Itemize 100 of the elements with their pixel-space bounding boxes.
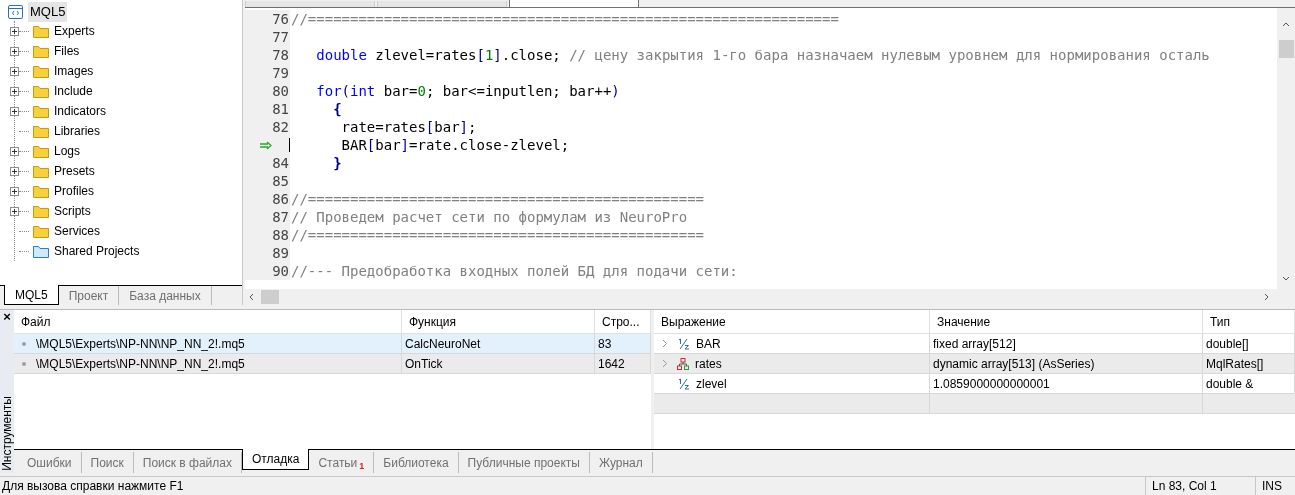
code-line: //--- Предобработка входных полей БД для подачи сети: bbox=[290, 261, 738, 281]
tree-item[interactable]: Logs bbox=[54, 142, 81, 160]
line-number: 78 bbox=[272, 45, 289, 65]
code-line: //=============================================================== bbox=[290, 9, 839, 29]
tree-item[interactable]: Indicators bbox=[54, 102, 107, 120]
folder-icon bbox=[33, 184, 49, 198]
column-header[interactable]: Файл bbox=[14, 310, 402, 334]
tree-item[interactable]: Profiles bbox=[54, 182, 94, 200]
table-cell-text: 83 bbox=[598, 335, 612, 353]
folder-icon bbox=[33, 84, 49, 98]
line-number: 77 bbox=[272, 27, 289, 47]
expand-plus-icon[interactable] bbox=[10, 146, 19, 156]
tree-item[interactable]: Shared Projects bbox=[54, 242, 140, 260]
tree-item[interactable]: Include bbox=[54, 82, 93, 100]
code-line: for(int bar=0; bar<=inputlen; bar++) bbox=[315, 81, 620, 101]
fraction-icon bbox=[677, 337, 690, 350]
panel-tab[interactable]: Поиск bbox=[81, 452, 134, 473]
table-cell-text: dynamic array[513] (AsSeries) bbox=[933, 355, 1095, 373]
panel-tab[interactable]: База данных bbox=[119, 286, 212, 306]
table-cell-text: 1.0859000000000001 bbox=[933, 375, 1050, 393]
expand-plus-icon[interactable] bbox=[10, 46, 19, 56]
table-cell-text: fixed array[512] bbox=[933, 335, 1016, 353]
tree-item[interactable]: Experts bbox=[54, 22, 95, 40]
folder-icon bbox=[33, 244, 49, 258]
line-number: 88 bbox=[272, 225, 289, 245]
panel-tab[interactable]: Журнал bbox=[589, 452, 653, 473]
tree-item[interactable]: Images bbox=[54, 62, 94, 80]
tree-item[interactable]: Services bbox=[54, 222, 100, 240]
code-line: //=============================================== bbox=[290, 189, 704, 209]
line-number: 86 bbox=[272, 189, 289, 209]
panel-tab[interactable]: Библиотека bbox=[374, 452, 459, 473]
table-cell-text: CalcNeuroNet bbox=[405, 335, 481, 353]
panel-tab[interactable]: Публичные проекты bbox=[458, 452, 590, 473]
code-line: BAR[bar]=rate.close-zlevel; bbox=[340, 135, 570, 155]
line-number: 82 bbox=[272, 117, 289, 137]
expand-plus-icon[interactable] bbox=[10, 26, 19, 36]
panel-tab[interactable]: Ошибки bbox=[18, 452, 82, 473]
line-number: 84 bbox=[272, 153, 289, 173]
panel-tab[interactable]: Проект bbox=[58, 286, 120, 306]
folder-icon bbox=[33, 64, 49, 78]
expand-plus-icon[interactable] bbox=[10, 106, 19, 116]
expand-plus-icon[interactable] bbox=[10, 166, 19, 176]
line-number: 89 bbox=[272, 243, 289, 263]
folder-icon bbox=[33, 44, 49, 58]
column-header[interactable]: Тип bbox=[1203, 310, 1295, 334]
line-number: 90 bbox=[272, 261, 289, 281]
table-cell-text: \MQL5\Experts\NP-NN\NP_NN_2!.mq5 bbox=[36, 355, 245, 373]
code-line: //=============================================== bbox=[290, 225, 704, 245]
line-number: 80 bbox=[272, 81, 289, 101]
table-row[interactable]: \MQL5\Experts\NP-NN\NP_NN_2!.mq5 CalcNeuroNet 83 bbox=[14, 334, 651, 355]
status-hint: Для вызова справки нажмите F1 bbox=[1, 478, 185, 495]
tree-item[interactable]: MQL5 bbox=[28, 2, 68, 22]
column-header[interactable]: Функция bbox=[402, 310, 595, 334]
count-label: 1 bbox=[359, 459, 365, 473]
folder-icon bbox=[33, 104, 49, 118]
expand-chevron-icon[interactable] bbox=[662, 339, 668, 349]
table-cell-text: zlevel bbox=[696, 375, 727, 393]
fraction-icon bbox=[677, 377, 690, 390]
line-number: 85 bbox=[272, 171, 289, 191]
column-header[interactable]: Выражение bbox=[654, 310, 930, 334]
expand-plus-icon[interactable] bbox=[10, 66, 19, 76]
table-cell-text: BAR bbox=[696, 335, 721, 353]
folder-icon bbox=[33, 224, 49, 238]
table-cell-text: MqlRates[] bbox=[1206, 355, 1264, 373]
scrollbar-thumb[interactable] bbox=[261, 290, 279, 305]
folder-icon bbox=[33, 24, 49, 38]
folder-icon bbox=[33, 124, 49, 138]
table-cell-text: double & bbox=[1206, 375, 1254, 393]
code-line: { bbox=[332, 99, 342, 119]
code-brackets-icon bbox=[8, 5, 23, 19]
close-button[interactable]: × bbox=[3, 310, 11, 324]
expand-plus-icon[interactable] bbox=[10, 86, 19, 96]
tree-item[interactable]: Scripts bbox=[54, 202, 91, 220]
insert-mode: INS bbox=[1255, 477, 1295, 495]
panel-tab[interactable]: Отладка bbox=[242, 449, 310, 470]
table-cell-text: double[] bbox=[1206, 335, 1249, 353]
table-row[interactable]: \MQL5\Experts\NP-NN\NP_NN_2!.mq5 OnTick 1642 bbox=[14, 354, 651, 375]
scrollbar-thumb[interactable] bbox=[1278, 40, 1294, 58]
tree-item[interactable]: Presets bbox=[54, 162, 95, 180]
tree-item[interactable]: Libraries bbox=[54, 122, 101, 140]
table-cell-text: 1642 bbox=[598, 355, 625, 373]
folder-icon bbox=[33, 164, 49, 178]
table-cell-text: \MQL5\Experts\NP-NN\NP_NN_2!.mq5 bbox=[36, 335, 245, 353]
column-header[interactable]: Стро... bbox=[595, 310, 651, 334]
panel-title: Инструменты bbox=[0, 396, 15, 471]
bullet-icon bbox=[22, 361, 26, 366]
table-cell-text: rates bbox=[695, 355, 722, 373]
column-header[interactable]: Значение bbox=[930, 310, 1203, 334]
folder-icon bbox=[33, 144, 49, 158]
structure-icon bbox=[677, 357, 689, 370]
tree-item[interactable]: Files bbox=[54, 42, 80, 60]
line-number: 87 bbox=[272, 207, 289, 227]
expand-plus-icon[interactable] bbox=[10, 206, 19, 216]
panel-tab[interactable]: MQL5 bbox=[4, 285, 59, 306]
expand-plus-icon[interactable] bbox=[10, 186, 19, 196]
cursor-position: Ln 83, Col 1 bbox=[1145, 477, 1255, 495]
code-line: // Проведем расчет сети по формулам из NeuroPro bbox=[290, 207, 688, 227]
folder-icon bbox=[33, 204, 49, 218]
code-line: rate=rates[bar]; bbox=[340, 117, 477, 137]
table-cell-text: OnTick bbox=[405, 355, 443, 373]
